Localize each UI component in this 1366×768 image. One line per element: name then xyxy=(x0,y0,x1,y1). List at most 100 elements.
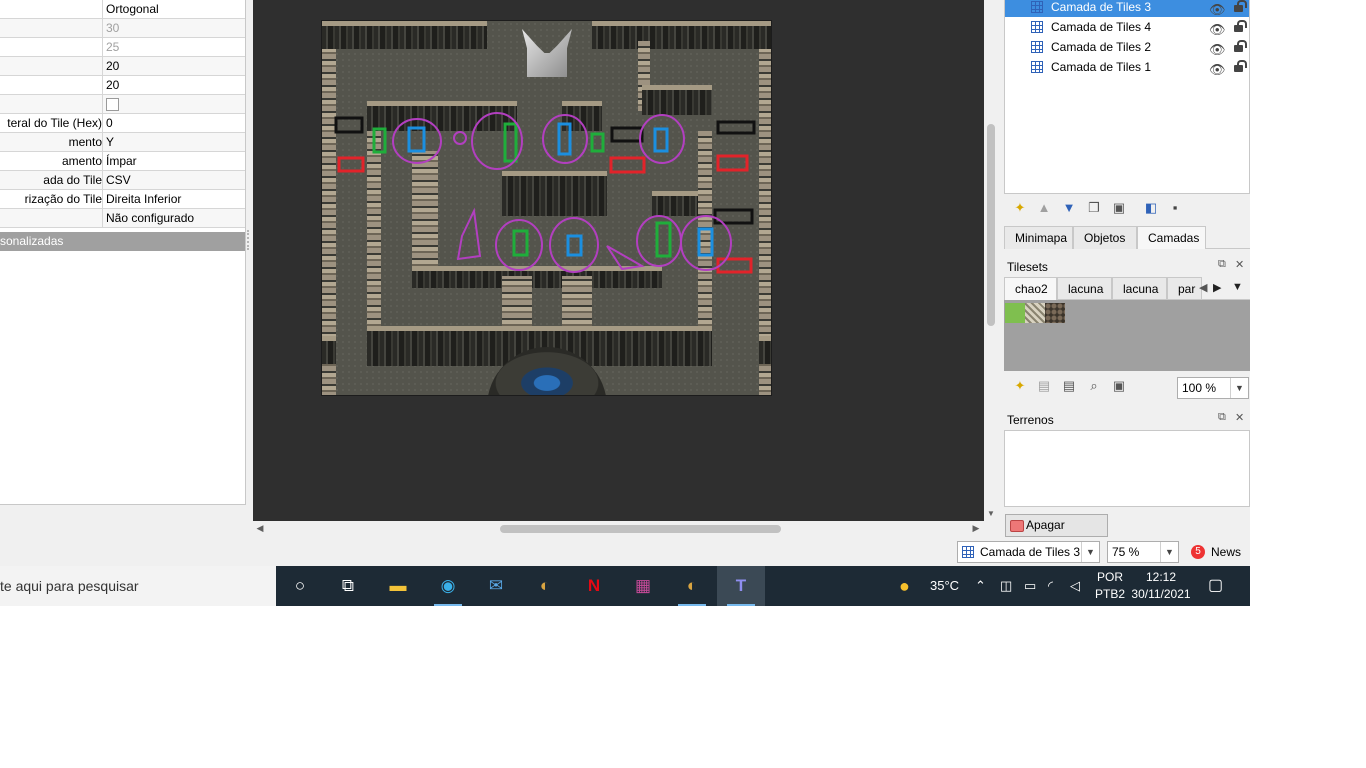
lock-layer-icon[interactable]: ▪ xyxy=(1166,199,1184,217)
property-value[interactable]: 20 xyxy=(106,57,119,75)
new-tileset-icon[interactable]: ✦ xyxy=(1011,377,1029,395)
custom-properties-header[interactable]: sonalizadas xyxy=(0,232,245,251)
layer-row[interactable]: Camada de Tiles 3 👁 xyxy=(1005,0,1249,17)
property-row[interactable]: 20 xyxy=(0,76,245,95)
scroll-down-icon[interactable]: ▼ xyxy=(986,509,996,519)
property-row[interactable]: rização do Tile Direita Inferior xyxy=(0,190,245,209)
duplicate-layer-icon[interactable]: ❐ xyxy=(1085,199,1103,217)
edit-tileset-icon[interactable]: ⌕ xyxy=(1085,377,1103,395)
layer-row[interactable]: Camada de Tiles 4 👁 xyxy=(1005,17,1249,37)
property-value[interactable]: 30 xyxy=(106,19,119,37)
export-tileset-icon[interactable]: ▤ xyxy=(1060,377,1078,395)
chevron-left-icon[interactable]: ◀ xyxy=(1199,281,1207,294)
property-row[interactable]: 20 xyxy=(0,57,245,76)
weather-sun-icon[interactable]: ● xyxy=(899,566,910,606)
meet-now-icon[interactable]: ◫ xyxy=(1000,566,1012,606)
layer-row[interactable]: Camada de Tiles 2 👁 xyxy=(1005,37,1249,57)
chevron-right-icon[interactable]: ▶ xyxy=(1213,281,1221,294)
tileset-tab[interactable]: lacuna xyxy=(1057,277,1112,300)
property-value[interactable]: 0 xyxy=(106,114,113,132)
file-explorer-icon[interactable]: ▬ xyxy=(374,566,422,606)
delete-tileset-icon[interactable]: ▣ xyxy=(1110,377,1128,395)
task-view-icon[interactable]: ⧉ xyxy=(324,566,372,606)
property-row[interactable]: ada do Tile CSV xyxy=(0,171,245,190)
erase-terrain-button[interactable]: Apagar Terreno xyxy=(1005,514,1108,553)
import-tileset-icon[interactable]: ▤ xyxy=(1035,377,1053,395)
lock-icon[interactable] xyxy=(1233,0,1247,12)
tile-map[interactable] xyxy=(321,20,772,396)
tile[interactable] xyxy=(1005,303,1025,323)
tile[interactable] xyxy=(1025,303,1045,323)
property-row[interactable]: teral do Tile (Hex) 0 xyxy=(0,114,245,133)
property-row[interactable]: 30 xyxy=(0,19,245,38)
horizontal-scrollbar[interactable]: ◀ ▶ xyxy=(253,522,984,535)
tileset-view[interactable] xyxy=(1004,300,1250,371)
tileset-tab[interactable]: lacuna xyxy=(1112,277,1167,300)
taskbar-search[interactable]: te aqui para pesquisar xyxy=(0,566,276,606)
float-icon[interactable]: ⧉ xyxy=(1218,258,1226,271)
property-value[interactable]: 25 xyxy=(106,38,119,56)
horizontal-scroll-thumb[interactable] xyxy=(500,525,781,533)
clock[interactable]: 12:12 30/11/2021 xyxy=(1126,569,1196,603)
raise-layer-icon[interactable]: ▲ xyxy=(1035,199,1053,217)
current-layer-select[interactable]: Camada de Tiles 3 ▼ xyxy=(957,541,1100,563)
tab-objects[interactable]: Objetos xyxy=(1073,226,1137,249)
tileset-tab[interactable]: chao2 xyxy=(1004,277,1057,300)
lock-icon[interactable] xyxy=(1233,40,1247,52)
news-link[interactable]: News xyxy=(1211,545,1241,559)
cortana-icon[interactable]: ○ xyxy=(276,566,324,606)
layer-visibility-icon[interactable]: ◧ xyxy=(1142,199,1160,217)
close-icon[interactable]: ✕ xyxy=(1235,258,1244,271)
news-count-badge[interactable]: 5 xyxy=(1191,545,1205,559)
property-value[interactable]: Ímpar xyxy=(106,152,137,170)
notification-center-icon[interactable]: ▢ xyxy=(1208,566,1223,606)
eclipse-icon[interactable]: ◐ xyxy=(668,566,716,606)
map-zoom-select[interactable]: 75 % ▼ xyxy=(1107,541,1179,563)
lock-icon[interactable] xyxy=(1233,20,1247,32)
property-row[interactable]: mento Y xyxy=(0,133,245,152)
new-layer-icon[interactable]: ✦ xyxy=(1011,199,1029,217)
property-value[interactable]: 20 xyxy=(106,76,119,94)
tileset-menu-icon[interactable]: ▼ xyxy=(1232,281,1243,293)
wifi-icon[interactable]: ◜ xyxy=(1048,566,1053,606)
property-value[interactable]: Não configurado xyxy=(106,209,194,227)
weather-temperature[interactable]: 35°C xyxy=(930,566,959,606)
lower-layer-icon[interactable]: ▼ xyxy=(1060,199,1078,217)
tab-minimap[interactable]: Minimapa xyxy=(1004,226,1073,249)
vertical-scrollbar[interactable]: ▼ xyxy=(985,0,997,521)
property-row[interactable] xyxy=(0,95,245,114)
winrar-icon[interactable]: ▦ xyxy=(619,566,667,606)
property-value[interactable]: Y xyxy=(106,133,114,151)
property-value[interactable]: CSV xyxy=(106,171,131,189)
property-checkbox[interactable] xyxy=(106,98,119,111)
vertical-scroll-thumb[interactable] xyxy=(987,124,995,326)
edge-icon[interactable]: ◉ xyxy=(424,566,472,606)
scroll-left-icon[interactable]: ◀ xyxy=(255,523,265,534)
panel-splitter[interactable] xyxy=(247,230,250,250)
property-row[interactable]: Não configurado xyxy=(0,209,245,228)
tiled-app-icon[interactable]: T xyxy=(717,566,765,606)
layer-row[interactable]: Camada de Tiles 1 👁 xyxy=(1005,57,1249,77)
tileset-zoom-select[interactable]: 100 % ▼ xyxy=(1177,377,1249,399)
show-hidden-icons-icon[interactable]: ⌃ xyxy=(975,566,986,606)
tileset-tab[interactable]: par xyxy=(1167,277,1202,300)
property-value[interactable]: Ortogonal xyxy=(106,0,159,18)
property-value[interactable]: Direita Inferior xyxy=(106,190,181,208)
tile[interactable] xyxy=(1045,303,1065,323)
property-row[interactable]: Ortogonal xyxy=(0,0,245,19)
dock-tabs: Minimapa Objetos Camadas xyxy=(1004,226,1250,249)
visibility-eye-icon[interactable]: 👁 xyxy=(1209,60,1226,80)
close-icon[interactable]: ✕ xyxy=(1235,411,1244,424)
lock-icon[interactable] xyxy=(1233,60,1247,72)
scroll-right-icon[interactable]: ▶ xyxy=(971,523,981,534)
terrain-list[interactable] xyxy=(1004,430,1250,507)
netflix-icon[interactable]: N xyxy=(570,566,618,606)
delete-layer-icon[interactable]: ▣ xyxy=(1110,199,1128,217)
battery-icon[interactable]: ▭ xyxy=(1024,566,1036,606)
mail-icon[interactable]: ✉ xyxy=(472,566,520,606)
float-icon[interactable]: ⧉ xyxy=(1218,411,1226,424)
property-row[interactable]: 25 xyxy=(0,38,245,57)
tab-layers[interactable]: Camadas xyxy=(1137,226,1206,249)
eclipse-icon[interactable]: ◐ xyxy=(521,566,569,606)
property-row[interactable]: amento Ímpar xyxy=(0,152,245,171)
